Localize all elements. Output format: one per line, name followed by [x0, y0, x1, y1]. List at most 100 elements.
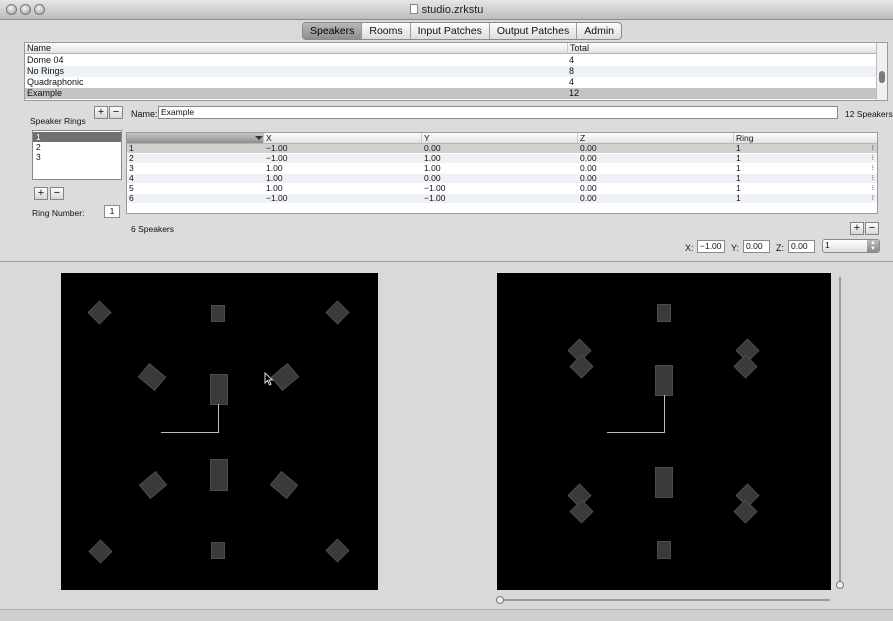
cell-x: 1.00 — [266, 183, 283, 193]
speaker-layout-table: Name Total Dome 04 4 No Rings 8 Quadraph… — [24, 42, 888, 101]
tab-input-patches[interactable]: Input Patches — [411, 23, 490, 39]
table-row[interactable]: 3 1.00 1.00 0.00 1 ⁝ — [127, 164, 877, 173]
side-view-canvas[interactable] — [497, 273, 831, 590]
document-icon — [409, 4, 418, 14]
cell-num: 5 — [129, 183, 134, 193]
y-coordinate-field[interactable]: 0.00 — [743, 240, 770, 253]
speaker-marker[interactable] — [210, 459, 228, 491]
window-title: studio.zrkstu — [0, 4, 893, 16]
table-row[interactable]: 6 −1.00 −1.00 0.00 1 ⁝ — [127, 194, 877, 203]
table-row[interactable]: 5 1.00 −1.00 0.00 1 ⁝ — [127, 184, 877, 193]
chevron-updown-icon: ▲ ▼ — [867, 240, 879, 252]
speaker-marker[interactable] — [269, 471, 299, 499]
tab-admin[interactable]: Admin — [577, 23, 621, 39]
scrollbar-thumb[interactable] — [879, 71, 885, 83]
speaker-marker[interactable] — [138, 471, 168, 499]
stepper-icon[interactable]: ⁝ — [872, 174, 874, 183]
cell-y: 0.00 — [424, 143, 441, 153]
column-header-y[interactable]: Y — [421, 133, 579, 143]
ring-number-field[interactable]: 1 — [104, 205, 120, 218]
speaker-marker[interactable] — [657, 304, 671, 322]
stepper-icon[interactable]: ⁝ — [872, 184, 874, 193]
ring-list-item[interactable]: 3 — [33, 152, 121, 162]
speaker-marker[interactable] — [569, 354, 594, 379]
cell-y: 1.00 — [424, 163, 441, 173]
column-header-total[interactable]: Total — [567, 43, 589, 54]
cell-z: 0.00 — [580, 193, 597, 203]
table-row-selected[interactable]: Example 12 — [25, 88, 877, 99]
z-coordinate-field[interactable]: 0.00 — [788, 240, 815, 253]
cell-x: −1.00 — [266, 193, 288, 203]
x-coordinate-label: X: — [685, 243, 694, 253]
speaker-marker[interactable] — [325, 538, 350, 563]
speaker-rings-list: 1 2 3 — [32, 130, 122, 180]
speaker-marker[interactable] — [655, 467, 673, 498]
speaker-marker[interactable] — [733, 499, 758, 524]
z-coordinate-label: Z: — [776, 243, 784, 253]
speaker-marker-selected[interactable] — [655, 365, 673, 396]
cell-z: 0.00 — [580, 163, 597, 173]
speaker-rings-label: Speaker Rings — [30, 116, 86, 126]
layout-name-field[interactable]: Example — [158, 106, 838, 119]
speaker-marker[interactable] — [733, 354, 758, 379]
speaker-marker[interactable] — [569, 499, 594, 524]
slider-knob[interactable] — [496, 596, 504, 604]
stepper-icon[interactable]: ⁝ — [872, 154, 874, 163]
z-axis-line — [664, 395, 665, 433]
x-coordinate-field[interactable]: −1.00 — [697, 240, 725, 253]
ring-select[interactable]: 1 ▲ ▼ — [822, 239, 880, 253]
speaker-marker-selected[interactable] — [210, 374, 228, 405]
slider-knob[interactable] — [836, 581, 844, 589]
tab-speakers[interactable]: Speakers — [303, 23, 363, 39]
table-row-selected[interactable]: 1 −1.00 0.00 0.00 1 ⁝ — [127, 144, 877, 153]
add-ring-button[interactable]: + — [34, 187, 48, 200]
add-speaker-button[interactable]: + — [850, 222, 864, 235]
table-row[interactable]: No Rings 8 — [25, 66, 877, 77]
stepper-icon[interactable]: ⁝ — [872, 194, 874, 203]
speaker-marker[interactable] — [657, 541, 671, 559]
speaker-marker[interactable] — [211, 542, 225, 559]
title-bar: studio.zrkstu — [0, 0, 893, 20]
table-row[interactable]: 2 −1.00 1.00 0.00 1 ⁝ — [127, 154, 877, 163]
column-header-z[interactable]: Z — [577, 133, 735, 143]
column-header-x[interactable]: X — [263, 133, 423, 143]
column-header-number[interactable] — [127, 133, 263, 143]
table-row[interactable]: 4 1.00 0.00 0.00 1 ⁝ — [127, 174, 877, 183]
column-header-name[interactable]: Name — [27, 43, 51, 54]
x-axis-line — [161, 432, 218, 433]
speaker-marker[interactable] — [325, 300, 350, 325]
table-row[interactable]: Dome 04 4 — [25, 55, 877, 66]
y-coordinate-label: Y: — [731, 243, 740, 253]
cell-y: −1.00 — [424, 193, 446, 203]
vertical-rotation-slider[interactable] — [836, 277, 844, 589]
cell-ring: 1 — [736, 153, 741, 163]
top-view-canvas[interactable] — [61, 273, 378, 590]
cell-ring: 1 — [736, 143, 741, 153]
speaker-marker[interactable] — [270, 363, 300, 391]
table-header: Name Total — [25, 43, 877, 54]
speaker-marker[interactable] — [88, 539, 113, 564]
speaker-marker[interactable] — [87, 300, 112, 325]
tab-rooms[interactable]: Rooms — [362, 23, 411, 39]
vertical-scrollbar[interactable] — [876, 43, 887, 100]
tab-output-patches[interactable]: Output Patches — [490, 23, 578, 39]
cell-num: 6 — [129, 193, 134, 203]
ring-list-item[interactable]: 1 — [33, 132, 121, 142]
stepper-icon[interactable]: ⁝ — [872, 144, 874, 153]
cell-ring: 1 — [736, 173, 741, 183]
add-layout-button[interactable]: + — [94, 106, 108, 119]
table-row[interactable]: Quadraphonic 4 — [25, 77, 877, 88]
cell-num: 3 — [129, 163, 134, 173]
speaker-count-label: 12 Speakers — [845, 109, 893, 119]
cell-ring: 1 — [736, 183, 741, 193]
ring-list-item[interactable]: 2 — [33, 142, 121, 152]
remove-speaker-button[interactable]: − — [865, 222, 879, 235]
speaker-marker[interactable] — [211, 305, 225, 322]
column-header-ring[interactable]: Ring — [733, 133, 875, 143]
stepper-icon[interactable]: ⁝ — [872, 164, 874, 173]
speaker-marker[interactable] — [137, 363, 167, 391]
cell-z: 0.00 — [580, 143, 597, 153]
remove-ring-button[interactable]: − — [50, 187, 64, 200]
horizontal-rotation-slider[interactable] — [496, 596, 830, 604]
remove-layout-button[interactable]: − — [109, 106, 123, 119]
